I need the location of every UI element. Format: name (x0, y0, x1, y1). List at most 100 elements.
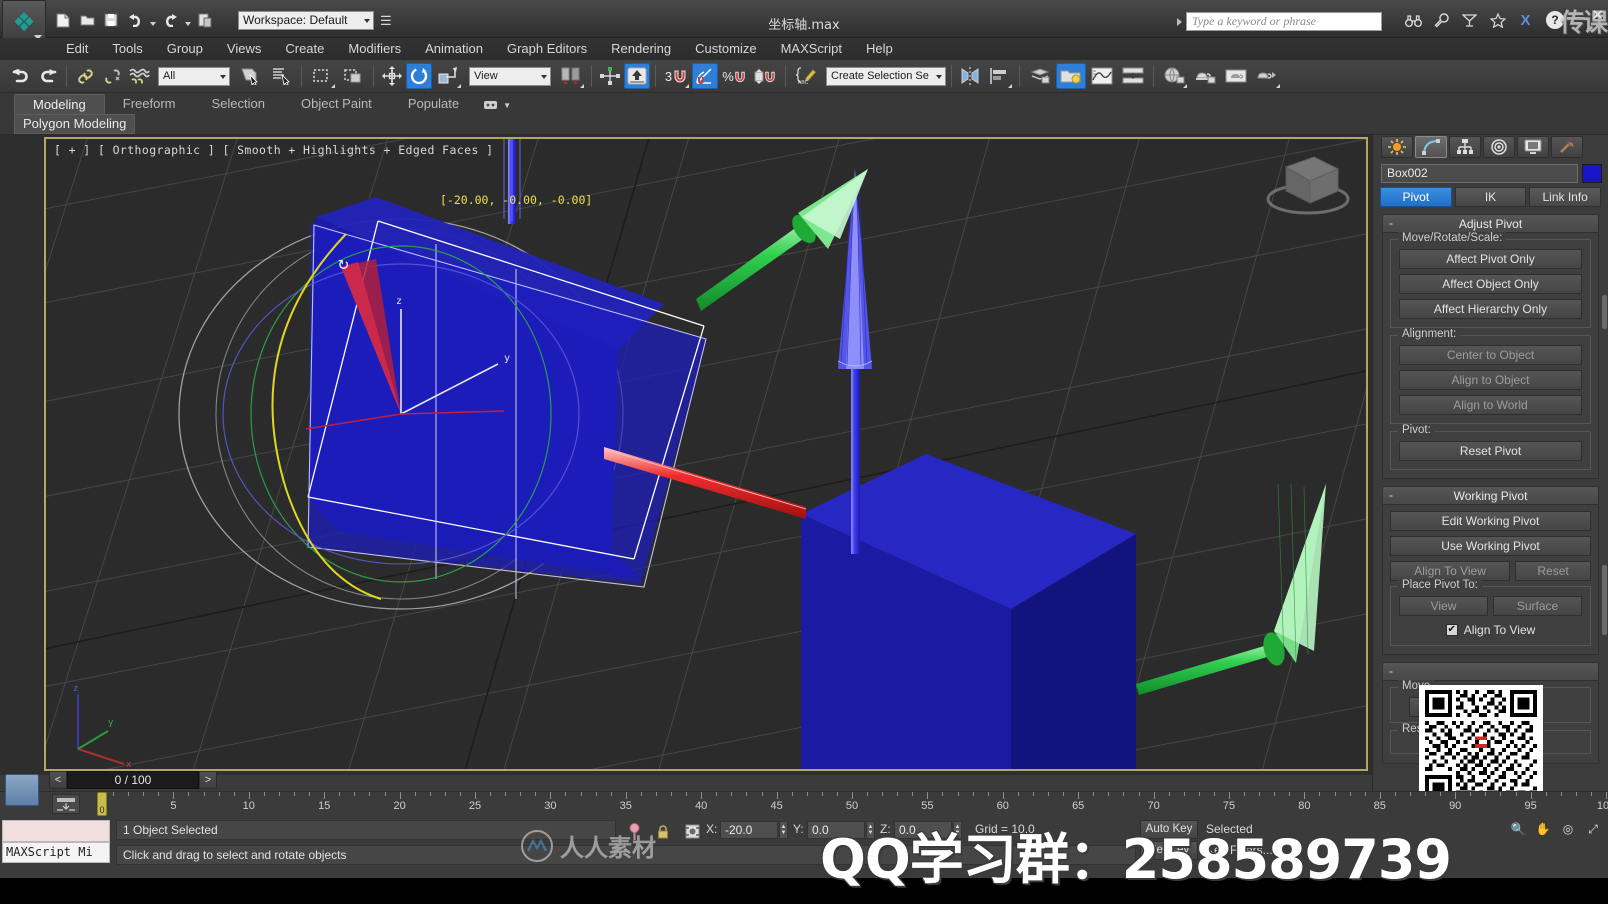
menu-item-group[interactable]: Group (155, 39, 215, 59)
reference-coordinate-system-combo[interactable]: View (469, 66, 551, 86)
bind-to-space-warp-button[interactable] (126, 63, 152, 89)
select-and-manipulate-button[interactable] (597, 63, 623, 89)
menu-item-tools[interactable]: Tools (100, 39, 154, 59)
zoom-icon[interactable]: 🔍 (1507, 819, 1529, 839)
menu-item-customize[interactable]: Customize (683, 39, 768, 59)
tab-selection[interactable]: Selection (194, 94, 283, 115)
previous-frame-button[interactable]: < (49, 771, 67, 789)
subtab-link-info[interactable]: Link Info (1529, 187, 1602, 207)
satellite-icon[interactable] (1461, 11, 1478, 29)
current-frame-field[interactable]: 0 / 100 (67, 771, 199, 789)
ribbon-panel-title[interactable]: Polygon Modeling (14, 114, 136, 134)
rectangular-selection-region-button[interactable] (307, 63, 337, 89)
cp-tab-hierarchy[interactable] (1449, 136, 1481, 158)
lock-icon[interactable] (653, 821, 673, 841)
maximize-viewport-icon[interactable]: ⤢ (1582, 819, 1604, 839)
menu-item-edit[interactable]: Edit (54, 39, 100, 59)
rollout-header-working-pivot[interactable]: - Working Pivot (1383, 487, 1598, 505)
select-by-name-button[interactable] (266, 63, 296, 89)
render-setup-button[interactable] (1190, 63, 1220, 89)
place-pivot-view-button[interactable]: View (1399, 596, 1488, 616)
align-to-view-button[interactable]: Align To View (1390, 561, 1511, 581)
center-to-object-button[interactable]: Center to Object (1399, 345, 1582, 365)
affect-object-only-button[interactable]: Affect Object Only (1399, 274, 1582, 294)
menu-item-maxscript[interactable]: MAXScript (769, 39, 854, 59)
time-playhead[interactable]: 0 (97, 792, 107, 816)
orbit-icon[interactable]: ◎ (1557, 819, 1579, 839)
keyboard-shortcut-override-button[interactable] (624, 63, 650, 89)
undo-button[interactable] (124, 10, 146, 31)
snaps-toggle-button[interactable]: 3 (661, 63, 691, 89)
rendered-frame-window-button[interactable] (1221, 63, 1251, 89)
window-crossing-toggle-button[interactable] (338, 63, 368, 89)
affect-pivot-only-button[interactable]: Affect Pivot Only (1399, 249, 1582, 269)
pan-icon[interactable]: ✋ (1532, 819, 1554, 839)
scene-explorer-button[interactable] (1056, 63, 1086, 89)
coord-x-spinner[interactable]: ▲ ▼ (779, 821, 788, 839)
object-color-swatch[interactable] (1582, 164, 1602, 183)
tab-freeform[interactable]: Freeform (105, 94, 194, 115)
redo-scene-operation-button[interactable] (35, 63, 61, 89)
named-selection-set-combo[interactable]: Create Selection Se (826, 66, 946, 86)
cp-tab-create[interactable] (1381, 136, 1413, 158)
open-file-button[interactable] (76, 10, 98, 31)
maxscript-mini-listener-input[interactable] (2, 820, 110, 842)
material-editor-button[interactable] (1159, 63, 1189, 89)
tab-object-paint[interactable]: Object Paint (283, 94, 390, 115)
menu-item-views[interactable]: Views (215, 39, 273, 59)
cp-tab-motion[interactable] (1483, 136, 1515, 158)
absolute-relative-mode-icon[interactable] (682, 821, 702, 841)
collapse-icon[interactable]: - (1389, 663, 1393, 680)
command-panel-scrollbar-2[interactable] (1602, 565, 1607, 635)
select-and-rotate-button[interactable] (406, 63, 432, 89)
animation-mode-button[interactable] (5, 774, 39, 806)
tab-modeling[interactable]: Modeling (14, 94, 105, 115)
command-panel-scrollbar[interactable] (1602, 295, 1607, 329)
next-frame-button[interactable]: > (199, 771, 217, 789)
menu-item-rendering[interactable]: Rendering (599, 39, 683, 59)
render-production-button[interactable] (1252, 63, 1282, 89)
coord-z-field[interactable]: 0.0 (894, 821, 952, 839)
workspace-menu-icon[interactable]: ☰ (380, 13, 392, 29)
unlink-selection-button[interactable] (99, 63, 125, 89)
close-icon[interactable]: ✕ (1591, 6, 1604, 24)
binoculars-icon[interactable] (1405, 11, 1422, 29)
percent-snap-toggle-button[interactable]: % (719, 63, 749, 89)
align-to-world-button[interactable]: Align to World (1399, 395, 1582, 415)
tab-populate[interactable]: Populate (390, 94, 477, 115)
select-and-link-button[interactable] (72, 63, 98, 89)
align-button[interactable] (984, 63, 1014, 89)
reset-pivot-button[interactable]: Reset Pivot (1399, 441, 1582, 461)
coord-x-field[interactable]: -20.0 (720, 821, 778, 839)
ribbon-overflow-icon[interactable]: ▼ (483, 95, 511, 115)
time-slider-track[interactable] (220, 771, 1372, 789)
menu-item-graph-editors[interactable]: Graph Editors (495, 39, 599, 59)
cp-tab-modify[interactable] (1415, 136, 1447, 158)
set-project-folder-button[interactable] (194, 10, 216, 31)
menu-item-modifiers[interactable]: Modifiers (336, 39, 413, 59)
align-to-object-button[interactable]: Align to Object (1399, 370, 1582, 390)
menu-item-create[interactable]: Create (273, 39, 336, 59)
collapse-icon[interactable]: - (1389, 487, 1393, 504)
viewport-label[interactable]: [ + ] [ Orthographic ] [ Smooth + Highli… (54, 143, 493, 157)
maxscript-mini-listener-label[interactable]: MAXScript Mi (2, 842, 110, 863)
align-to-view-checkbox[interactable]: ✔ (1445, 624, 1458, 636)
save-file-button[interactable] (100, 10, 122, 31)
coord-z-spinner[interactable]: ▲ ▼ (953, 821, 962, 839)
star-icon[interactable] (1489, 11, 1506, 29)
coord-y-field[interactable]: 0.0 (807, 821, 865, 839)
redo-dropdown-icon[interactable] (183, 10, 192, 31)
rollout-header-adjust-transform[interactable]: - (1383, 663, 1598, 681)
undo-scene-operation-button[interactable] (8, 63, 34, 89)
coord-y-spinner[interactable]: ▲ ▼ (866, 821, 875, 839)
cp-tab-utilities[interactable] (1551, 136, 1583, 158)
subtab-pivot[interactable]: Pivot (1380, 187, 1452, 207)
search-input[interactable]: Type a keyword or phrase (1186, 12, 1382, 31)
collapse-icon[interactable]: - (1389, 215, 1393, 232)
select-and-scale-button[interactable] (433, 63, 463, 89)
object-name-field[interactable]: Box002 (1381, 164, 1578, 183)
curve-editor-button[interactable] (1087, 63, 1117, 89)
undo-dropdown-icon[interactable] (148, 10, 157, 31)
spinner-snap-toggle-button[interactable] (750, 63, 780, 89)
angle-snap-toggle-button[interactable] (692, 63, 718, 89)
